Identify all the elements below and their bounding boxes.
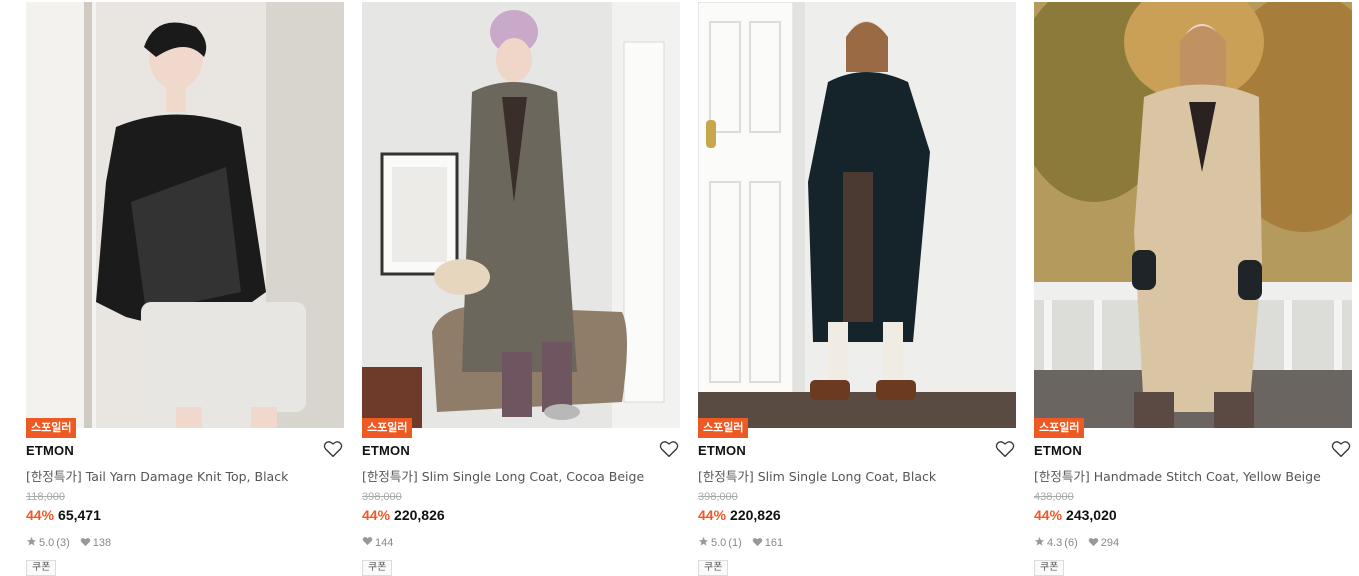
discount-rate: 44% — [1034, 507, 1063, 523]
brand-name[interactable]: ETMON — [1034, 443, 1082, 458]
product-image[interactable] — [1034, 2, 1352, 428]
product-title[interactable]: [한정특가] Slim Single Long Coat, Black — [698, 466, 936, 485]
star-icon — [26, 536, 37, 550]
like-count: 294 — [1100, 537, 1120, 549]
brand-name[interactable]: ETMON — [26, 443, 74, 458]
product-image[interactable] — [362, 2, 680, 428]
heart-filled-icon — [362, 536, 373, 549]
discount-rate: 44% — [698, 507, 727, 523]
spoiler-badge: 스포일러 — [698, 418, 749, 438]
product-card[interactable]: 스포일러 ETMON [한정특가] Handmade Stitch Coat, … — [1034, 2, 1352, 576]
coupon-tag: 쿠폰 — [1034, 560, 1065, 576]
product-image[interactable] — [26, 2, 344, 428]
review-count: (1) — [728, 537, 742, 549]
like-count: 161 — [764, 537, 784, 549]
brand-name[interactable]: ETMON — [362, 443, 410, 458]
original-price: 438,000 — [1034, 491, 1074, 503]
wishlist-heart-icon[interactable] — [659, 440, 679, 458]
sale-price: 220,826 — [730, 507, 781, 523]
likes-group: 294 — [1088, 537, 1119, 550]
rating-group: 5.0 (1) — [698, 536, 742, 550]
wishlist-heart-icon[interactable] — [1331, 440, 1351, 458]
coupon-tag: 쿠폰 — [26, 560, 57, 576]
product-title[interactable]: [한정특가] Handmade Stitch Coat, Yellow Beig… — [1034, 466, 1321, 485]
likes-group: 138 — [80, 537, 111, 550]
original-price: 118,000 — [26, 491, 65, 503]
likes-group: 161 — [752, 537, 783, 550]
coupon-tag: 쿠폰 — [698, 560, 729, 576]
sale-price: 65,471 — [58, 507, 101, 523]
wishlist-heart-icon[interactable] — [995, 440, 1015, 458]
like-count: 144 — [375, 536, 394, 549]
product-card[interactable]: 스포일러 ETMON [한정특가] Slim Single Long Coat,… — [698, 2, 1016, 576]
coupon-tag: 쿠폰 — [362, 560, 393, 576]
product-stats: 5.0 (3) 138 — [26, 536, 117, 550]
rating-value: 5.0 — [39, 537, 55, 549]
price-row: 44% 220,826 — [362, 507, 445, 523]
heart-filled-icon — [1088, 537, 1099, 550]
product-grid: 스포일러 ETMON [한정특가] Tail Yarn Damage Knit … — [26, 2, 1352, 576]
product-title[interactable]: [한정특가] Slim Single Long Coat, Cocoa Beig… — [362, 466, 644, 485]
spoiler-badge: 스포일러 — [362, 418, 413, 438]
rating-value: 4.3 — [1047, 537, 1063, 549]
spoiler-badge: 스포일러 — [26, 418, 77, 438]
price-row: 44% 220,826 — [698, 507, 781, 523]
product-image[interactable] — [698, 2, 1016, 428]
sale-price: 243,020 — [1066, 507, 1117, 523]
rating-value: 5.0 — [711, 537, 727, 549]
wishlist-heart-icon[interactable] — [323, 440, 343, 458]
star-icon — [698, 536, 709, 550]
price-row: 44% 243,020 — [1034, 507, 1117, 523]
spoiler-badge: 스포일러 — [1034, 418, 1085, 438]
product-stats: 5.0 (1) 161 — [698, 536, 789, 550]
product-title[interactable]: [한정특가] Tail Yarn Damage Knit Top, Black — [26, 466, 288, 485]
star-icon — [1034, 536, 1045, 550]
like-count: 138 — [92, 537, 112, 549]
rating-group: 5.0 (3) — [26, 536, 70, 550]
price-row: 44% 65,471 — [26, 507, 101, 523]
product-stats: 4.3 (6) 294 — [1034, 536, 1125, 550]
discount-rate: 44% — [362, 507, 391, 523]
review-count: (6) — [1064, 537, 1078, 549]
heart-filled-icon — [80, 537, 91, 550]
original-price: 398,000 — [698, 491, 738, 503]
discount-rate: 44% — [26, 507, 55, 523]
rating-group: 4.3 (6) — [1034, 536, 1078, 550]
original-price: 398,000 — [362, 491, 402, 503]
product-card[interactable]: 스포일러 ETMON [한정특가] Tail Yarn Damage Knit … — [26, 2, 344, 576]
brand-name[interactable]: ETMON — [698, 443, 746, 458]
sale-price: 220,826 — [394, 507, 445, 523]
review-count: (3) — [56, 537, 70, 549]
product-stats: 144 — [362, 536, 399, 549]
likes-group: 144 — [362, 536, 393, 549]
product-card[interactable]: 스포일러 ETMON [한정특가] Slim Single Long Coat,… — [362, 2, 680, 576]
heart-filled-icon — [752, 537, 763, 550]
